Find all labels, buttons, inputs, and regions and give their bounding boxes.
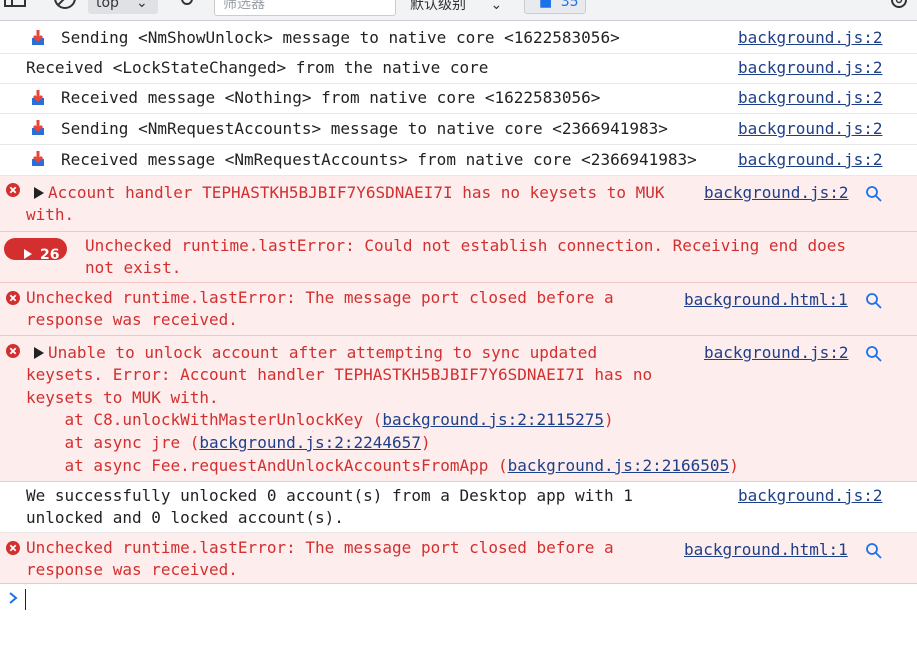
issues-count: 35	[560, 0, 579, 10]
message-text: Received message <NmRequestAccounts> fro…	[61, 150, 697, 169]
error-text-line2: response was received.	[26, 560, 238, 579]
error-text-line2: response was received.	[26, 310, 238, 329]
search-icon[interactable]	[865, 185, 883, 203]
stack-frame: at C8.unlockWithMasterUnlockKey (backgro…	[26, 409, 614, 432]
error-icon	[6, 344, 20, 358]
error-text-line2: with.	[26, 205, 75, 224]
expand-triangle-icon	[34, 187, 44, 199]
stack-frame-suffix: )	[603, 410, 614, 429]
console-error-row: Unchecked runtime.lastError: The message…	[0, 533, 917, 584]
error-text-line1: Unable to unlock account after attemptin…	[48, 343, 598, 362]
repeat-count-badge[interactable]: 26	[4, 238, 67, 260]
extension-icon	[32, 90, 44, 105]
stack-frame-prefix: at async Fee.requestAndUnlockAccountsFro…	[26, 456, 508, 475]
source-link[interactable]: background.html:1	[684, 289, 848, 312]
source-link[interactable]: background.js:2	[738, 27, 883, 50]
message-text: Received <LockStateChanged> from the nat…	[26, 58, 489, 77]
message-text: Sending <NmShowUnlock> message to native…	[61, 28, 620, 47]
source-link[interactable]: background.js:2	[738, 149, 883, 172]
chevron-down-icon: ⌄	[490, 0, 503, 13]
stack-frame-link[interactable]: background.js:2:2115275	[382, 410, 604, 429]
message-text-line2: unlocked and 0 locked account(s).	[26, 508, 344, 527]
extension-icon	[32, 151, 44, 166]
error-text-line2: keysets. Error: Account handler TEPHASTK…	[26, 365, 653, 384]
clear-console-icon[interactable]	[52, 0, 78, 12]
filter-input[interactable]: 筛选器	[214, 0, 396, 16]
error-text-line1: Unchecked runtime.lastError: The message…	[26, 288, 614, 307]
filter-placeholder: 筛选器	[223, 0, 265, 12]
console-message-row: We successfully unlocked 0 account(s) fr…	[0, 482, 917, 533]
stack-frame-link[interactable]: background.js:2:2244657	[199, 433, 421, 452]
stack-frame-suffix: )	[420, 433, 431, 452]
console-message-row: Received message <NmRequestAccounts> fro…	[0, 145, 917, 176]
stack-frame-link[interactable]: background.js:2:2166505	[508, 456, 730, 475]
source-link[interactable]: background.js:2	[738, 118, 883, 141]
chevron-down-icon: ⌄	[136, 0, 148, 11]
console-error-row: Account handler TEPHASTKH5BJBIF7Y6SDNAEI…	[0, 176, 917, 232]
error-text-line1: Account handler TEPHASTKH5BJBIF7Y6SDNAEI…	[48, 183, 665, 202]
stack-frame-suffix: )	[729, 456, 739, 475]
error-icon	[6, 183, 20, 197]
search-icon[interactable]	[865, 345, 883, 363]
search-icon[interactable]	[865, 292, 883, 310]
expand-triangle-icon	[34, 347, 44, 359]
sidebar-toggle-icon[interactable]	[4, 0, 28, 8]
source-link[interactable]: background.js:2	[704, 342, 849, 365]
error-text-line3: keysets to MUK with.	[26, 388, 219, 407]
issues-badge[interactable]: ■ 35	[524, 0, 586, 14]
console-input-caret[interactable]	[25, 589, 26, 610]
repeat-count: 26	[40, 247, 60, 260]
log-levels-label: 默认级别	[410, 0, 466, 13]
extension-icon	[32, 120, 44, 135]
console-message-row: Sending <NmShowUnlock> message to native…	[0, 24, 917, 54]
source-link[interactable]: background.html:1	[684, 539, 848, 562]
log-levels-dropdown[interactable]: 默认级别 ⌄	[410, 0, 502, 14]
console-message-row: Received <LockStateChanged> from the nat…	[0, 54, 917, 84]
stack-frame: at async jre (background.js:2:2244657)	[26, 432, 431, 455]
console-message-row: Sending <NmRequestAccounts> message to n…	[0, 114, 917, 145]
error-text-line2: not exist.	[85, 258, 182, 277]
console-message-row: Received message <Nothing> from native c…	[0, 84, 917, 114]
chat-icon: ■	[539, 0, 553, 10]
message-text-line1: We successfully unlocked 0 account(s) fr…	[26, 486, 633, 505]
error-text-line1: Unchecked runtime.lastError: The message…	[26, 538, 614, 557]
error-text-line1: Unchecked runtime.lastError: Could not e…	[85, 236, 846, 255]
prompt-chevron-icon	[9, 592, 18, 604]
extension-icon	[32, 30, 44, 45]
context-select-label: top	[96, 0, 119, 11]
eye-icon[interactable]	[180, 0, 194, 8]
console-error-row: 26 Unchecked runtime.lastError: Could no…	[0, 232, 917, 283]
source-link[interactable]: background.js:2	[738, 87, 883, 110]
play-icon	[24, 249, 32, 259]
source-link[interactable]: background.js:2	[704, 182, 849, 205]
console-toolbar: top ⌄ 筛选器 默认级别 ⌄ ■ 35	[0, 0, 917, 21]
search-icon[interactable]	[865, 542, 883, 560]
console-error-row: Unable to unlock account after attemptin…	[0, 336, 917, 482]
settings-gear-icon[interactable]	[886, 0, 912, 14]
stack-frame-prefix: at async jre (	[26, 433, 200, 452]
context-select[interactable]: top ⌄	[88, 0, 158, 14]
console-error-row: Unchecked runtime.lastError: The message…	[0, 283, 917, 336]
error-icon	[6, 291, 20, 305]
source-link[interactable]: background.js:2	[738, 57, 883, 80]
message-text: Sending <NmRequestAccounts> message to n…	[61, 119, 668, 138]
stack-frame: at async Fee.requestAndUnlockAccountsFro…	[26, 455, 739, 478]
stack-frame-prefix: at C8.unlockWithMasterUnlockKey (	[26, 410, 383, 429]
message-text: Received message <Nothing> from native c…	[61, 88, 601, 107]
expand-toggle[interactable]: Unable to unlock account after attemptin…	[34, 342, 597, 365]
source-link[interactable]: background.js:2	[738, 485, 883, 508]
error-icon	[6, 541, 20, 555]
expand-toggle[interactable]: Account handler TEPHASTKH5BJBIF7Y6SDNAEI…	[34, 182, 665, 205]
